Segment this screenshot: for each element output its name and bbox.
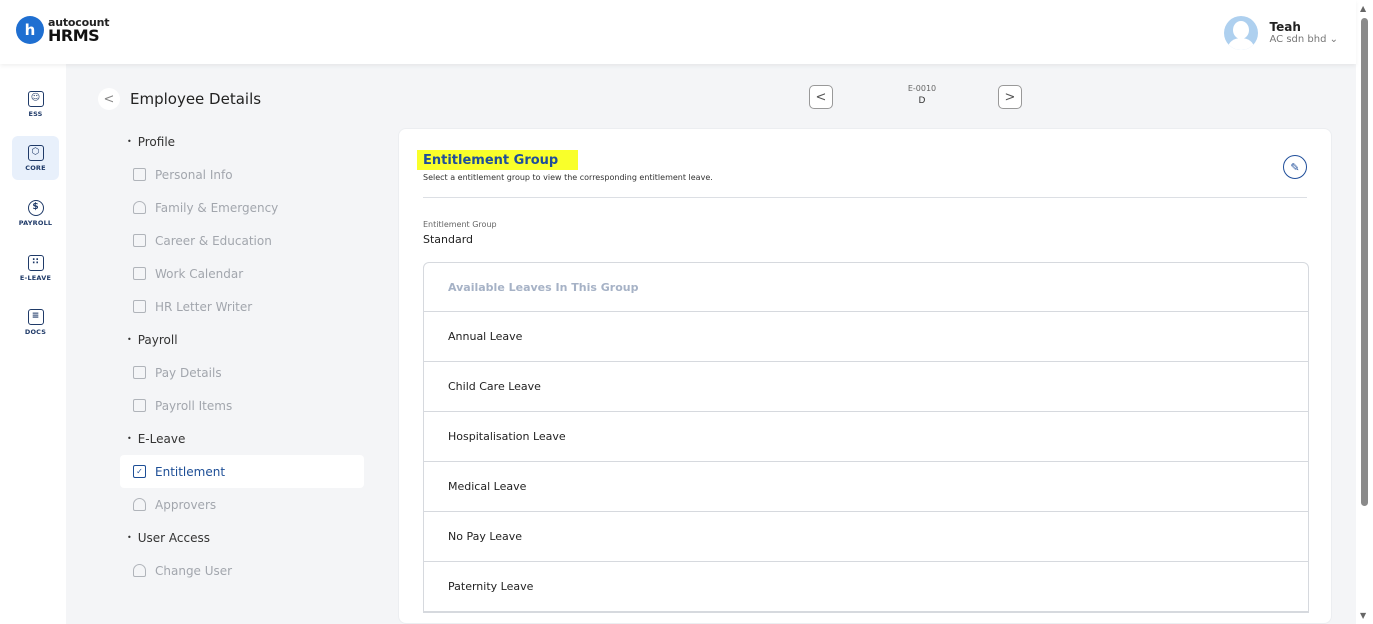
menu-item-pay-details[interactable]: Pay Details <box>120 356 364 389</box>
bank-icon <box>133 366 146 379</box>
table-header: Available Leaves In This Group <box>424 263 1308 312</box>
user-icon <box>133 564 146 577</box>
table-row[interactable]: Child Care Leave <box>424 362 1308 412</box>
section-payroll: Payroll <box>120 323 364 356</box>
ess-icon: ☺ <box>27 90 44 107</box>
rail-item-payroll[interactable]: $ PAYROLL <box>12 191 59 235</box>
menu-item-hr-letter[interactable]: HR Letter Writer <box>120 290 364 323</box>
user-icon <box>133 498 146 511</box>
receipt-icon <box>133 399 146 412</box>
menu-item-label: Entitlement <box>155 464 226 479</box>
payroll-icon: $ <box>27 199 44 216</box>
leave-table: Available Leaves In This Group Annual Le… <box>423 262 1309 613</box>
employee-submenu: Profile Personal Info Family & Emergency… <box>120 125 364 587</box>
entitlement-card: Entitlement Group Select a entitlement g… <box>398 128 1332 624</box>
menu-item-label: Change User <box>155 563 233 578</box>
page-scrollbar[interactable]: ▲ ▼ <box>1356 0 1373 624</box>
rail-label: ESS <box>28 109 43 118</box>
rail-label: CORE <box>25 163 46 172</box>
table-row[interactable]: Hospitalisation Leave <box>424 412 1308 462</box>
table-row[interactable]: Medical Leave <box>424 462 1308 512</box>
rail-item-ess[interactable]: ☺ ESS <box>12 82 59 126</box>
rail-item-eleave[interactable]: ∷ E-LEAVE <box>12 246 59 290</box>
menu-item-label: Pay Details <box>155 365 222 380</box>
table-row[interactable]: Paternity Leave <box>424 562 1308 612</box>
table-row[interactable]: Annual Leave <box>424 312 1308 362</box>
card-title: Entitlement Group <box>417 150 579 170</box>
user-menu[interactable]: Teah AC sdn bhd ⌄ <box>1223 16 1339 50</box>
menu-item-family[interactable]: Family & Emergency <box>120 191 364 224</box>
scroll-up-icon[interactable]: ▲ <box>1360 4 1366 13</box>
scroll-thumb[interactable] <box>1361 18 1368 506</box>
edit-document-icon <box>133 300 146 313</box>
rail-item-docs[interactable]: ≡ DOCS <box>12 300 59 344</box>
id-card-icon <box>133 168 146 181</box>
divider <box>423 197 1307 198</box>
rail-label: DOCS <box>24 327 47 336</box>
card-description: Select a entitlement group to view the c… <box>423 173 713 182</box>
section-profile: Profile <box>120 125 364 158</box>
menu-item-career[interactable]: Career & Education <box>120 224 364 257</box>
page-title: Employee Details <box>130 90 262 108</box>
menu-item-label: HR Letter Writer <box>155 299 253 314</box>
pencil-icon: ✎ <box>1290 160 1300 174</box>
rail-label: E-LEAVE <box>19 273 52 282</box>
scroll-down-icon[interactable]: ▼ <box>1360 611 1366 620</box>
company-selector[interactable]: AC sdn bhd ⌄ <box>1270 34 1339 46</box>
calendar-check-icon: ✓ <box>133 465 146 478</box>
back-button[interactable]: < <box>98 88 120 110</box>
section-eleave: E-Leave <box>120 422 364 455</box>
top-bar: h autocount HRMS Teah AC sdn bhd ⌄ <box>0 0 1356 64</box>
module-rail: ☺ ESS ⬡ CORE $ PAYROLL ∷ E-LEAVE ≡ DOCS <box>0 64 66 624</box>
page-header: < Employee Details <box>98 88 261 110</box>
graduation-icon <box>133 234 146 247</box>
user-name: Teah <box>1269 19 1301 34</box>
menu-item-approvers[interactable]: Approvers <box>120 488 364 521</box>
employee-code: E-0010 <box>907 84 937 93</box>
menu-item-label: Career & Education <box>155 233 272 248</box>
menu-item-work-calendar[interactable]: Work Calendar <box>120 257 364 290</box>
employee-name: D <box>918 95 926 106</box>
rail-item-core[interactable]: ⬡ CORE <box>12 136 59 180</box>
calendar-icon <box>133 267 146 280</box>
menu-item-label: Family & Emergency <box>155 200 279 215</box>
calendar-icon: ∷ <box>27 254 44 271</box>
menu-item-label: Work Calendar <box>155 266 244 281</box>
menu-item-payroll-items[interactable]: Payroll Items <box>120 389 364 422</box>
entitlement-group-value: Standard <box>423 233 474 246</box>
employee-indicator: E-0010 D <box>860 84 984 107</box>
logo-big-text: HRMS <box>48 25 100 45</box>
field-label: Entitlement Group <box>423 220 497 229</box>
menu-item-label: Personal Info <box>155 167 233 182</box>
edit-button[interactable]: ✎ <box>1283 155 1307 179</box>
logo-badge-icon: h <box>16 16 44 44</box>
menu-item-personal-info[interactable]: Personal Info <box>120 158 364 191</box>
menu-item-label: Payroll Items <box>155 398 233 413</box>
table-row[interactable]: No Pay Leave <box>424 512 1308 562</box>
menu-item-change-user[interactable]: Change User <box>120 554 364 587</box>
previous-employee-button[interactable]: < <box>809 85 833 109</box>
app-logo[interactable]: h autocount HRMS <box>16 16 109 44</box>
core-icon: ⬡ <box>27 144 44 161</box>
section-user-access: User Access <box>120 521 364 554</box>
docs-icon: ≡ <box>27 308 44 325</box>
menu-item-entitlement[interactable]: ✓ Entitlement <box>120 455 364 488</box>
menu-item-label: Approvers <box>155 497 217 512</box>
avatar[interactable] <box>1223 16 1258 50</box>
family-icon <box>133 201 146 214</box>
rail-label: PAYROLL <box>18 218 53 227</box>
next-employee-button[interactable]: > <box>998 85 1022 109</box>
